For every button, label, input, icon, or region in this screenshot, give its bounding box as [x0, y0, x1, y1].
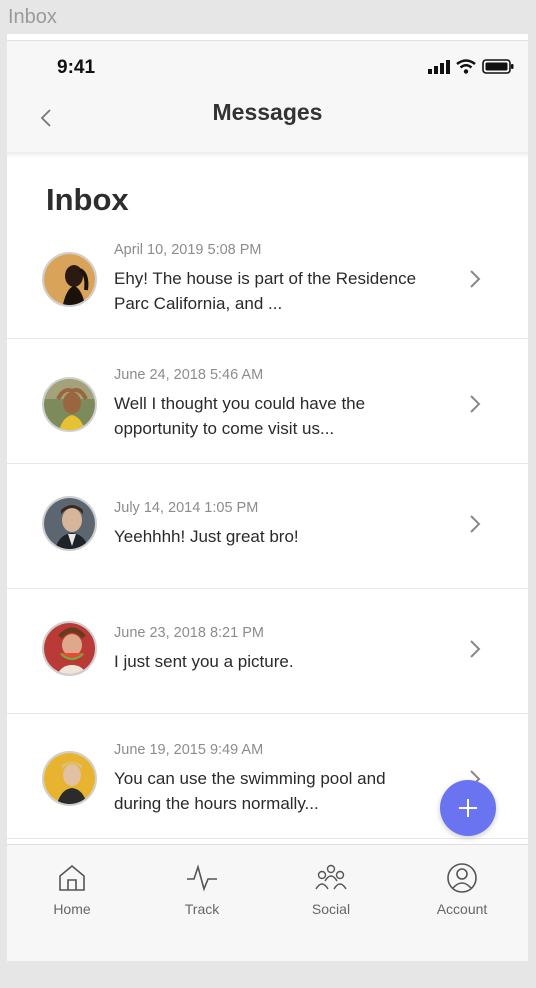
message-text: I just sent you a picture. — [114, 652, 294, 671]
status-icons — [428, 59, 514, 74]
message-row[interactable]: June 24, 2018 5:46 AM Well I thought you… — [7, 339, 528, 464]
tab-label: Account — [436, 901, 488, 917]
tab-label: Social — [311, 901, 351, 917]
frame-label: Inbox — [8, 6, 57, 28]
tab-social[interactable]: Social — [286, 861, 376, 917]
message-row[interactable]: July 14, 2014 1:05 PM Yeehhhh! Just grea… — [7, 464, 528, 589]
status-time: 9:41 — [57, 57, 96, 78]
inbox-title: Inbox — [46, 182, 129, 217]
tab-home[interactable]: Home — [27, 861, 117, 917]
chevron-right-icon — [468, 393, 482, 415]
avatar — [42, 751, 97, 806]
message-text: Well I thought you could have the opport… — [114, 394, 366, 438]
message-date: June 19, 2015 9:49 AM — [114, 742, 264, 758]
plus-icon — [459, 799, 477, 817]
message-text: You can use the swimming pool and during… — [114, 769, 386, 813]
avatar — [42, 377, 97, 432]
app-header: 9:41 Messages — [7, 40, 528, 152]
signal-icon — [428, 59, 450, 74]
message-row[interactable]: June 23, 2018 8:21 PM I just sent you a … — [7, 589, 528, 714]
header-title: Messages — [212, 99, 323, 125]
message-text: Ehy! The house is part of the Residence … — [114, 269, 417, 313]
message-date: June 24, 2018 5:46 AM — [114, 367, 264, 383]
phone-screen: 9:41 Messages Inbox April 10, 2019 5:08 … — [7, 34, 528, 961]
message-date: June 23, 2018 8:21 PM — [114, 625, 264, 641]
compose-button[interactable] — [440, 780, 496, 836]
home-icon — [59, 864, 85, 891]
wifi-icon — [456, 59, 476, 74]
chevron-right-icon — [468, 513, 482, 535]
message-date: April 10, 2019 5:08 PM — [114, 242, 262, 258]
account-icon — [447, 863, 477, 893]
tab-bar: Home Track Social Account — [7, 844, 528, 961]
chevron-right-icon — [468, 638, 482, 660]
people-icon — [315, 864, 347, 890]
message-text: Yeehhhh! Just great bro! — [114, 527, 299, 546]
tab-account[interactable]: Account — [417, 861, 507, 917]
message-date: July 14, 2014 1:05 PM — [114, 500, 259, 516]
avatar — [42, 496, 97, 551]
battery-icon — [482, 59, 514, 74]
tab-track[interactable]: Track — [157, 861, 247, 917]
tab-label: Home — [53, 901, 91, 917]
chevron-right-icon — [468, 268, 482, 290]
pulse-icon — [187, 864, 217, 892]
avatar — [42, 252, 97, 307]
message-row[interactable]: April 10, 2019 5:08 PM Ehy! The house is… — [7, 214, 528, 339]
avatar — [42, 621, 97, 676]
tab-label: Track — [184, 901, 220, 917]
